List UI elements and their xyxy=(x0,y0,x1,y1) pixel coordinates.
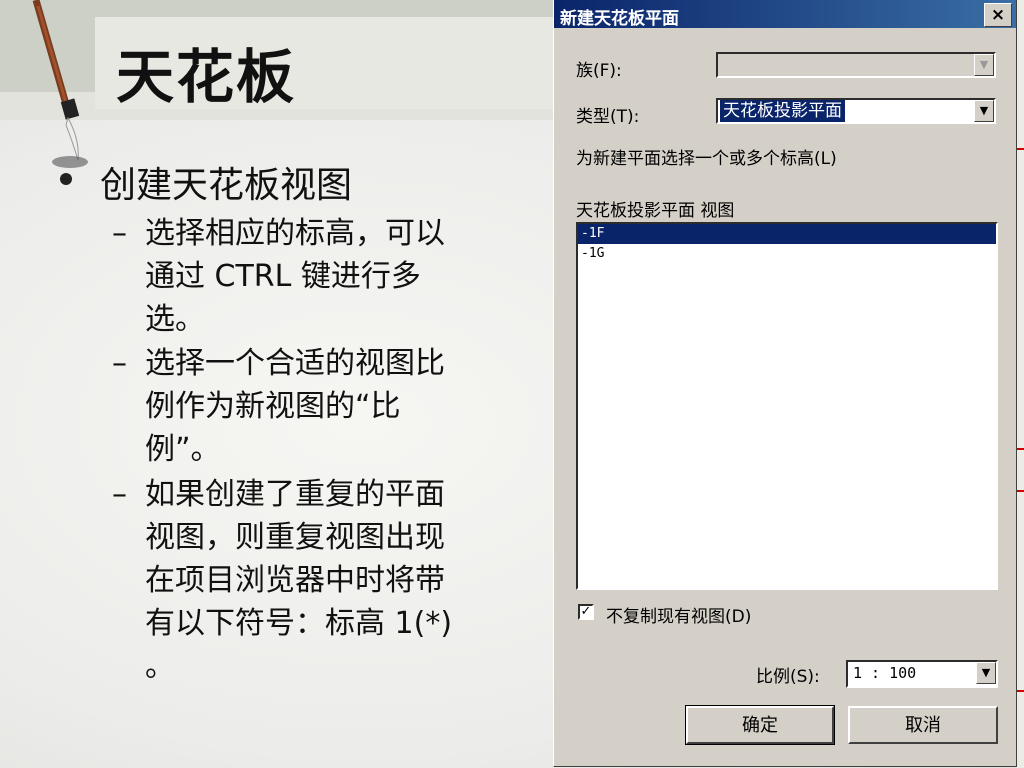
list-item[interactable]: -1G xyxy=(578,244,996,264)
list-item[interactable]: -1F xyxy=(578,224,996,244)
list-header: 天花板投影平面 视图 xyxy=(576,201,735,221)
family-value xyxy=(720,54,726,76)
family-combo[interactable]: ▼ xyxy=(716,52,996,78)
family-label: 族(F): xyxy=(576,61,622,81)
ok-button[interactable]: 确定 xyxy=(685,705,835,745)
main-bullet: 创建天花板视图 xyxy=(100,165,353,206)
chevron-down-icon[interactable]: ▼ xyxy=(974,100,994,122)
red-marker xyxy=(1016,148,1024,150)
scale-label: 比例(S): xyxy=(756,667,820,687)
select-levels-label: 为新建平面选择一个或多个标高(L) xyxy=(576,149,837,169)
right-margin xyxy=(1016,0,1024,768)
type-value: 天花板投影平面 xyxy=(720,100,845,122)
no-duplicate-checkbox[interactable]: ✓ xyxy=(578,604,594,620)
brush-icon xyxy=(32,0,88,168)
red-marker xyxy=(1016,690,1024,692)
close-button[interactable]: × xyxy=(984,3,1012,27)
type-label: 类型(T): xyxy=(576,107,640,127)
scale-combo[interactable]: 1 : 100 ▼ xyxy=(846,660,998,688)
no-duplicate-label[interactable]: 不复制现有视图(D) xyxy=(606,602,751,627)
dialog-titlebar: 新建天花板平面 × xyxy=(554,0,1016,29)
dash: – xyxy=(112,477,127,512)
sub-bullet-text: 选择相应的标高，可以通过 CTRL 键进行多选。 xyxy=(145,216,445,337)
chevron-down-icon[interactable]: ▼ xyxy=(976,662,996,684)
cancel-button[interactable]: 取消 xyxy=(848,706,998,744)
dialog-title: 新建天花板平面 xyxy=(560,9,679,29)
dash: – xyxy=(112,346,127,381)
levels-listbox[interactable]: -1F -1G xyxy=(576,222,998,590)
red-marker xyxy=(1016,448,1024,450)
sub-bullet-text: 选择一个合适的视图比例作为新视图的“比例”。 xyxy=(145,346,445,467)
slide-title: 天花板 xyxy=(116,43,297,111)
bullet-dot xyxy=(60,173,72,185)
red-marker xyxy=(1016,490,1024,492)
scale-value: 1 : 100 xyxy=(853,664,917,682)
type-combo[interactable]: 天花板投影平面 ▼ xyxy=(716,98,996,124)
dash: – xyxy=(112,216,127,251)
chevron-down-icon[interactable]: ▼ xyxy=(974,54,994,76)
sub-bullet-text: 如果创建了重复的平面视图，则重复视图出现在项目浏览器中时将带有以下符号：标高 1… xyxy=(145,477,453,684)
new-ceiling-plan-dialog: 新建天花板平面 × 族(F): ▼ 类型(T): 天花板投影平面 ▼ 为新建平面… xyxy=(553,0,1017,767)
